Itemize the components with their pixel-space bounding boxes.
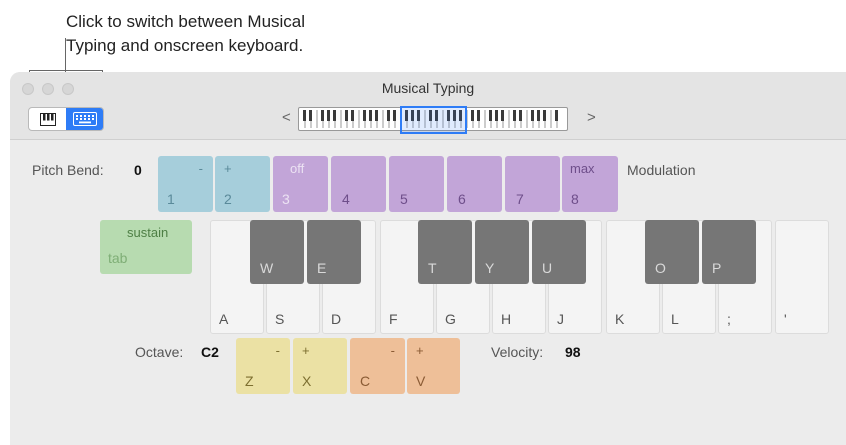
mode-switch[interactable]	[28, 107, 104, 131]
range-prev-button[interactable]: <	[282, 109, 291, 126]
key-8-modulation-max[interactable]: max 8	[562, 156, 618, 212]
callout-leader-line	[65, 38, 66, 72]
velocity-value: 98	[565, 344, 581, 360]
black-key-e[interactable]: E	[307, 220, 361, 284]
piano-keyboard-mode-button[interactable]	[29, 108, 66, 130]
key-x-octave-up[interactable]: + X	[293, 338, 347, 394]
computer-keyboard-mode-button[interactable]	[66, 108, 103, 130]
velocity-label: Velocity:	[491, 344, 544, 360]
key-5-modulation[interactable]: 5	[389, 156, 444, 212]
window-title: Musical Typing	[381, 80, 475, 96]
callout-line-2: Typing and onscreen keyboard.	[66, 36, 304, 55]
pitch-bend-value: 0	[134, 162, 142, 178]
callout-text: Click to switch between Musical Typing a…	[66, 10, 426, 58]
key-1-pitch-down[interactable]: - 1	[158, 156, 213, 212]
computer-keyboard-icon	[72, 112, 97, 126]
key-v-velocity-up[interactable]: + V	[407, 338, 460, 394]
key-3-modulation-off[interactable]: off 3	[273, 156, 328, 212]
modulation-label: Modulation	[627, 162, 696, 178]
mini-keyboard-overview[interactable]	[298, 106, 568, 134]
key-7-modulation[interactable]: 7	[505, 156, 560, 212]
white-key-apostrophe[interactable]: '	[775, 220, 829, 334]
key-z-octave-down[interactable]: - Z	[236, 338, 290, 394]
pitch-bend-label: Pitch Bend:	[32, 162, 104, 178]
callout-line-1: Click to switch between Musical	[66, 12, 306, 31]
black-key-u[interactable]: U	[532, 220, 586, 284]
keyboard-range-selector: < >	[280, 106, 600, 134]
visible-range-highlight[interactable]	[400, 106, 467, 134]
key-4-modulation[interactable]: 4	[331, 156, 386, 212]
black-key-w[interactable]: W	[250, 220, 304, 284]
key-c-velocity-down[interactable]: - C	[350, 338, 405, 394]
black-key-o[interactable]: O	[645, 220, 699, 284]
octave-value: C2	[201, 344, 219, 360]
piano-keyboard-icon	[39, 112, 56, 126]
octave-label: Octave:	[135, 344, 184, 360]
black-key-t[interactable]: T	[418, 220, 472, 284]
key-6-modulation[interactable]: 6	[447, 156, 502, 212]
key-2-pitch-up[interactable]: + 2	[215, 156, 270, 212]
title-bar: Musical Typing < >	[10, 72, 846, 140]
sustain-key[interactable]: sustain tab	[100, 220, 192, 274]
black-key-y[interactable]: Y	[475, 220, 529, 284]
black-key-p[interactable]: P	[702, 220, 756, 284]
musical-typing-window: Musical Typing < > Pitch Bend: 0 - 1 + 2…	[10, 72, 846, 445]
range-next-button[interactable]: >	[587, 109, 596, 126]
